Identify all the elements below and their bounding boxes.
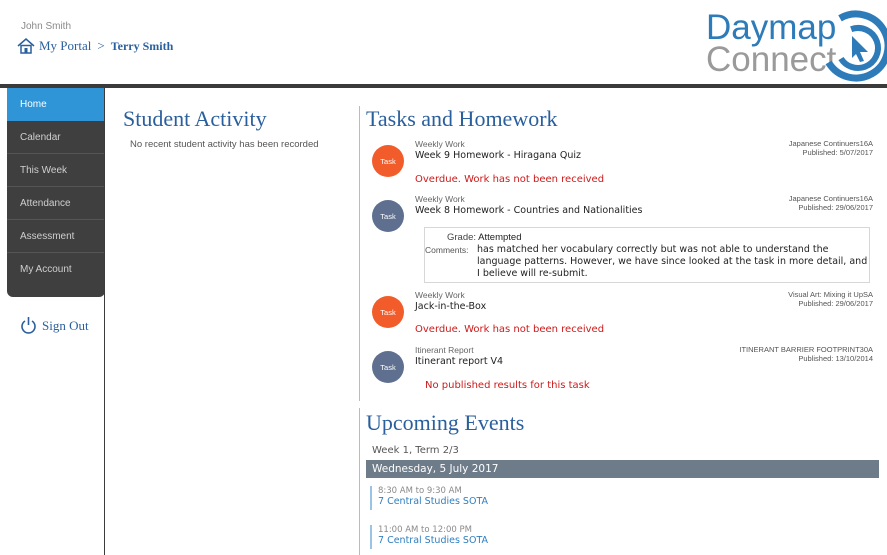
task-published-date: Published: 29/06/2017: [798, 203, 873, 212]
sidebar-item-home[interactable]: Home: [7, 88, 105, 121]
task-class-info: Visual Art: Mixing it UpSA Published: 29…: [788, 290, 873, 308]
task-status-no-results: No published results for this task: [425, 380, 590, 391]
task-name[interactable]: Week 8 Homework - Countries and National…: [415, 205, 642, 216]
sign-out-label: Sign Out: [42, 317, 89, 333]
student-activity-heading: Student Activity: [123, 106, 267, 131]
event-day-header: Wednesday, 5 July 2017: [366, 460, 879, 478]
task-item[interactable]: Task Weekly Work Week 8 Homework - Count…: [372, 194, 882, 232]
task-published-date: Published: 5/07/2017: [802, 148, 873, 157]
sidebar-item-this-week[interactable]: This Week: [7, 154, 105, 187]
task-item[interactable]: Task Weekly Work Week 9 Homework - Hirag…: [372, 139, 882, 189]
grade-line: Grade: Attempted: [447, 232, 521, 243]
upcoming-events-heading: Upcoming Events: [366, 410, 525, 435]
event-item[interactable]: 8:30 AM to 9:30 AM 7 Central Studies SOT…: [370, 486, 770, 510]
tasks-homework-heading: Tasks and Homework: [366, 106, 558, 131]
task-name[interactable]: Jack-in-the-Box: [415, 301, 486, 312]
task-name[interactable]: Itinerant report V4: [415, 356, 503, 367]
sidebar-item-attendance[interactable]: Attendance: [7, 187, 105, 220]
header-divider: [0, 84, 887, 88]
sidebar-nav: Home Calendar This Week Attendance Asses…: [7, 88, 105, 297]
grade-value: Attempted: [478, 232, 522, 243]
task-badge: Task: [372, 296, 404, 328]
breadcrumb-my-portal[interactable]: My Portal: [39, 38, 91, 54]
task-item[interactable]: Task Weekly Work Jack-in-the-Box Visual …: [372, 290, 882, 340]
breadcrumb: My Portal > Terry Smith: [17, 38, 173, 54]
comments-label: Comments:: [425, 245, 469, 255]
event-item[interactable]: 11:00 AM to 12:00 PM 7 Central Studies S…: [370, 525, 770, 549]
comments-text: has matched her vocabulary correctly but…: [477, 244, 868, 279]
sidebar-item-calendar[interactable]: Calendar: [7, 121, 105, 154]
daymap-connect-logo: Daymap Connect: [700, 4, 887, 82]
breadcrumb-current-student[interactable]: Terry Smith: [111, 39, 174, 54]
task-type: Weekly Work: [415, 290, 465, 300]
header: John Smith My Portal > Terry Smith Dayma…: [0, 0, 887, 84]
event-name-link[interactable]: 7 Central Studies SOTA: [378, 535, 770, 546]
task-published-date: Published: 13/10/2014: [798, 354, 873, 363]
sidebar-item-assessment[interactable]: Assessment: [7, 220, 105, 253]
task-badge: Task: [372, 351, 404, 383]
week-term-label: Week 1, Term 2/3: [372, 445, 459, 456]
task-class-name: Japanese Continuers16A: [788, 139, 873, 148]
task-status-overdue: Overdue. Work has not been received: [415, 324, 605, 335]
task-class-name: Japanese Continuers16A: [788, 194, 873, 203]
event-time: 11:00 AM to 12:00 PM: [378, 525, 472, 535]
task-badge: Task: [372, 145, 404, 177]
grade-comments-box: Grade: Attempted Comments: has matched h…: [424, 227, 870, 283]
home-icon[interactable]: [17, 38, 35, 54]
grade-label: Grade:: [447, 232, 477, 243]
task-published-date: Published: 29/06/2017: [798, 299, 873, 308]
task-class-info: Japanese Continuers16A Published: 29/06/…: [789, 194, 873, 212]
student-activity-empty-message: No recent student activity has been reco…: [130, 139, 319, 150]
task-badge: Task: [372, 200, 404, 232]
task-type: Itinerant Report: [415, 345, 474, 355]
task-class-name: Visual Art: Mixing it UpSA: [788, 290, 873, 299]
event-time: 8:30 AM to 9:30 AM: [378, 486, 462, 496]
logo-cursor-icon: [820, 10, 887, 82]
sidebar-item-my-account[interactable]: My Account: [7, 253, 105, 286]
user-name: John Smith: [21, 21, 72, 32]
breadcrumb-separator: >: [97, 38, 105, 53]
task-type: Weekly Work: [415, 139, 465, 149]
task-class-info: Japanese Continuers16A Published: 5/07/2…: [789, 139, 873, 157]
task-type: Weekly Work: [415, 194, 465, 204]
task-item[interactable]: Task Itinerant Report Itinerant report V…: [372, 345, 882, 395]
task-status-overdue: Overdue. Work has not been received: [415, 174, 605, 185]
column-divider: [359, 106, 360, 401]
event-name-link[interactable]: 7 Central Studies SOTA: [378, 496, 770, 507]
sidebar-divider: [104, 84, 105, 555]
sign-out-button[interactable]: Sign Out: [20, 316, 89, 335]
column-divider: [359, 408, 360, 555]
task-name[interactable]: Week 9 Homework - Hiragana Quiz: [415, 150, 581, 161]
task-class-info: ITINERANT BARRIER FOOTPRINT30A Published…: [739, 345, 873, 363]
task-class-name: ITINERANT BARRIER FOOTPRINT30A: [739, 345, 873, 354]
logo-text-connect: Connect: [706, 40, 837, 79]
power-icon: [21, 317, 36, 334]
